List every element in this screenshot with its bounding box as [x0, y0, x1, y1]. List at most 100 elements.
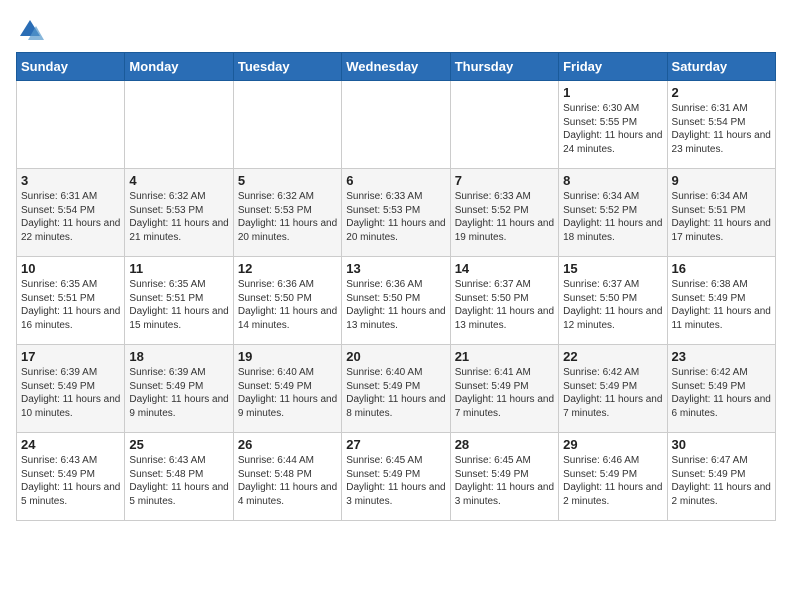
calendar-cell: 26Sunrise: 6:44 AM Sunset: 5:48 PM Dayli…	[233, 433, 341, 521]
day-info: Sunrise: 6:31 AM Sunset: 5:54 PM Dayligh…	[21, 190, 120, 244]
day-number: 27	[346, 437, 445, 452]
weekday-header-monday: Monday	[125, 53, 233, 81]
calendar-cell: 22Sunrise: 6:42 AM Sunset: 5:49 PM Dayli…	[559, 345, 667, 433]
day-number: 9	[672, 173, 771, 188]
calendar-cell: 25 Sunrise: 6:43 AM Sunset: 5:48 PM Dayli…	[125, 433, 233, 521]
day-number: 17	[21, 349, 120, 364]
day-info: Sunrise: 6:30 AM Sunset: 5:55 PM Dayligh…	[563, 102, 662, 156]
day-info: Sunrise: 6:36 AM Sunset: 5:50 PM Dayligh…	[346, 278, 445, 332]
day-info: Sunrise: 6:33 AM Sunset: 5:53 PM Dayligh…	[346, 190, 445, 244]
day-number: 23	[672, 349, 771, 364]
day-number: 5	[238, 173, 337, 188]
day-number: 3	[21, 173, 120, 188]
calendar-cell	[17, 81, 125, 169]
day-number: 2	[672, 85, 771, 100]
calendar-cell: 21 Sunrise: 6:41 AM Sunset: 5:49 PM Dayli…	[450, 345, 558, 433]
day-number: 19	[238, 349, 337, 364]
day-number: 10	[21, 261, 120, 276]
calendar-cell: 1 Sunrise: 6:30 AM Sunset: 5:55 PM Daylig…	[559, 81, 667, 169]
day-number: 13	[346, 261, 445, 276]
page-header	[16, 16, 776, 44]
calendar-cell: 10 Sunrise: 6:35 AM Sunset: 5:51 PM Dayli…	[17, 257, 125, 345]
day-info: Sunrise: 6:47 AM Sunset: 5:49 PM Dayligh…	[672, 454, 771, 508]
calendar-cell: 7 Sunrise: 6:33 AM Sunset: 5:52 PM Daylig…	[450, 169, 558, 257]
weekday-header-wednesday: Wednesday	[342, 53, 450, 81]
day-info: Sunrise: 6:36 AM Sunset: 5:50 PM Dayligh…	[238, 278, 337, 332]
calendar-cell: 17 Sunrise: 6:39 AM Sunset: 5:49 PM Dayli…	[17, 345, 125, 433]
week-row-5: 24 Sunrise: 6:43 AM Sunset: 5:49 PM Dayli…	[17, 433, 776, 521]
calendar-cell	[125, 81, 233, 169]
calendar-table: SundayMondayTuesdayWednesdayThursdayFrid…	[16, 52, 776, 521]
day-info: Sunrise: 6:32 AM Sunset: 5:53 PM Dayligh…	[238, 190, 337, 244]
day-info: Sunrise: 6:31 AM Sunset: 5:54 PM Dayligh…	[672, 102, 771, 156]
day-info: Sunrise: 6:46 AM Sunset: 5:49 PM Dayligh…	[563, 454, 662, 508]
logo	[16, 16, 48, 44]
day-info: Sunrise: 6:38 AM Sunset: 5:49 PM Dayligh…	[672, 278, 771, 332]
week-row-1: 1 Sunrise: 6:30 AM Sunset: 5:55 PM Daylig…	[17, 81, 776, 169]
day-info: Sunrise: 6:43 AM Sunset: 5:49 PM Dayligh…	[21, 454, 120, 508]
weekday-header-friday: Friday	[559, 53, 667, 81]
calendar-cell: 15 Sunrise: 6:37 AM Sunset: 5:50 PM Dayli…	[559, 257, 667, 345]
day-info: Sunrise: 6:41 AM Sunset: 5:49 PM Dayligh…	[455, 366, 554, 420]
day-number: 29	[563, 437, 662, 452]
day-info: Sunrise: 6:42 AM Sunset: 5:49 PM Dayligh…	[672, 366, 771, 420]
calendar-cell: 2 Sunrise: 6:31 AM Sunset: 5:54 PM Daylig…	[667, 81, 775, 169]
day-info: Sunrise: 6:37 AM Sunset: 5:50 PM Dayligh…	[563, 278, 662, 332]
week-row-4: 17 Sunrise: 6:39 AM Sunset: 5:49 PM Dayli…	[17, 345, 776, 433]
day-number: 28	[455, 437, 554, 452]
day-info: Sunrise: 6:39 AM Sunset: 5:49 PM Dayligh…	[21, 366, 120, 420]
day-number: 18	[129, 349, 228, 364]
day-number: 16	[672, 261, 771, 276]
weekday-header-tuesday: Tuesday	[233, 53, 341, 81]
calendar-cell	[233, 81, 341, 169]
day-number: 20	[346, 349, 445, 364]
calendar-cell: 6 Sunrise: 6:33 AM Sunset: 5:53 PM Daylig…	[342, 169, 450, 257]
calendar-cell: 30Sunrise: 6:47 AM Sunset: 5:49 PM Dayli…	[667, 433, 775, 521]
calendar-cell: 27 Sunrise: 6:45 AM Sunset: 5:49 PM Dayli…	[342, 433, 450, 521]
day-info: Sunrise: 6:34 AM Sunset: 5:52 PM Dayligh…	[563, 190, 662, 244]
calendar-cell: 12Sunrise: 6:36 AM Sunset: 5:50 PM Dayli…	[233, 257, 341, 345]
calendar-cell: 19 Sunrise: 6:40 AM Sunset: 5:49 PM Dayli…	[233, 345, 341, 433]
weekday-header-row: SundayMondayTuesdayWednesdayThursdayFrid…	[17, 53, 776, 81]
calendar-cell: 13 Sunrise: 6:36 AM Sunset: 5:50 PM Dayli…	[342, 257, 450, 345]
calendar-cell: 14 Sunrise: 6:37 AM Sunset: 5:50 PM Dayli…	[450, 257, 558, 345]
day-number: 11	[129, 261, 228, 276]
day-info: Sunrise: 6:35 AM Sunset: 5:51 PM Dayligh…	[21, 278, 120, 332]
calendar-cell: 5 Sunrise: 6:32 AM Sunset: 5:53 PM Daylig…	[233, 169, 341, 257]
day-number: 6	[346, 173, 445, 188]
day-number: 15	[563, 261, 662, 276]
day-info: Sunrise: 6:33 AM Sunset: 5:52 PM Dayligh…	[455, 190, 554, 244]
day-number: 4	[129, 173, 228, 188]
calendar-cell: 23 Sunrise: 6:42 AM Sunset: 5:49 PM Dayli…	[667, 345, 775, 433]
calendar-cell: 18 Sunrise: 6:39 AM Sunset: 5:49 PM Dayli…	[125, 345, 233, 433]
calendar-cell: 24 Sunrise: 6:43 AM Sunset: 5:49 PM Dayli…	[17, 433, 125, 521]
day-info: Sunrise: 6:45 AM Sunset: 5:49 PM Dayligh…	[455, 454, 554, 508]
calendar-cell	[342, 81, 450, 169]
day-info: Sunrise: 6:43 AM Sunset: 5:48 PM Dayligh…	[129, 454, 228, 508]
day-number: 14	[455, 261, 554, 276]
day-number: 22	[563, 349, 662, 364]
day-info: Sunrise: 6:45 AM Sunset: 5:49 PM Dayligh…	[346, 454, 445, 508]
logo-icon	[16, 16, 44, 44]
calendar-cell: 8Sunrise: 6:34 AM Sunset: 5:52 PM Daylig…	[559, 169, 667, 257]
day-number: 7	[455, 173, 554, 188]
weekday-header-saturday: Saturday	[667, 53, 775, 81]
day-info: Sunrise: 6:40 AM Sunset: 5:49 PM Dayligh…	[346, 366, 445, 420]
calendar-cell: 29 Sunrise: 6:46 AM Sunset: 5:49 PM Dayli…	[559, 433, 667, 521]
day-number: 21	[455, 349, 554, 364]
day-info: Sunrise: 6:34 AM Sunset: 5:51 PM Dayligh…	[672, 190, 771, 244]
day-info: Sunrise: 6:39 AM Sunset: 5:49 PM Dayligh…	[129, 366, 228, 420]
day-number: 1	[563, 85, 662, 100]
day-number: 24	[21, 437, 120, 452]
day-info: Sunrise: 6:40 AM Sunset: 5:49 PM Dayligh…	[238, 366, 337, 420]
day-info: Sunrise: 6:35 AM Sunset: 5:51 PM Dayligh…	[129, 278, 228, 332]
calendar-cell: 3 Sunrise: 6:31 AM Sunset: 5:54 PM Daylig…	[17, 169, 125, 257]
calendar-cell: 4 Sunrise: 6:32 AM Sunset: 5:53 PM Daylig…	[125, 169, 233, 257]
day-number: 25	[129, 437, 228, 452]
week-row-2: 3 Sunrise: 6:31 AM Sunset: 5:54 PM Daylig…	[17, 169, 776, 257]
calendar-cell: 28 Sunrise: 6:45 AM Sunset: 5:49 PM Dayli…	[450, 433, 558, 521]
day-info: Sunrise: 6:37 AM Sunset: 5:50 PM Dayligh…	[455, 278, 554, 332]
calendar-cell: 20 Sunrise: 6:40 AM Sunset: 5:49 PM Dayli…	[342, 345, 450, 433]
weekday-header-thursday: Thursday	[450, 53, 558, 81]
day-info: Sunrise: 6:32 AM Sunset: 5:53 PM Dayligh…	[129, 190, 228, 244]
